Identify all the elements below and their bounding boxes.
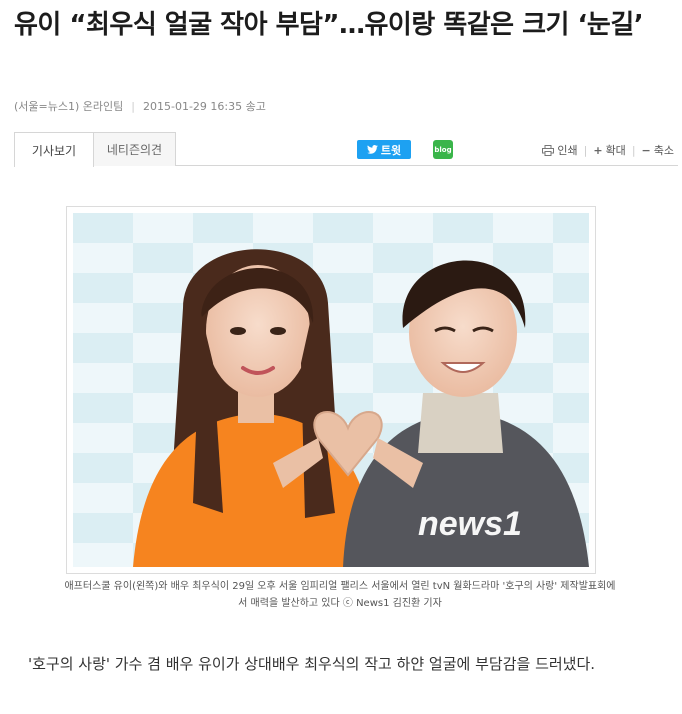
article-photo-frame: news1 [66,206,596,574]
photo-caption: 애프터스쿨 유이(왼쪽)와 배우 최우식이 29일 오후 서울 임피리얼 팰리스… [64,581,616,609]
byline-source: (서울=뉴스1) 온라인팀 [14,100,124,113]
byline-date: 2015-01-29 16:35 송고 [142,100,266,113]
blog-icon: blog [434,145,452,154]
tab-comments[interactable]: 네티즌의견 [94,132,176,166]
twitter-bird-icon [366,145,378,154]
print-label: 인쇄 [557,144,578,157]
blog-share-button[interactable]: blog [433,140,453,159]
tab-article-view[interactable]: 기사보기 [14,132,94,167]
tool-divider: | [631,143,636,157]
zoom-out-label: 축소 [653,144,674,157]
plus-icon: + [593,143,603,157]
print-button[interactable]: 인쇄 [542,142,578,158]
byline-divider: | [131,99,135,113]
tool-divider: | [583,143,588,157]
article-headline: 유이 “최우식 얼굴 작아 부담”…유이랑 똑같은 크기 ‘눈길’ [14,10,644,40]
minus-icon: − [641,143,651,157]
news1-watermark: news1 [418,505,522,543]
article-body-paragraph: '호구의 사랑' 가수 겸 배우 유이가 상대배우 최우식의 작고 하얀 얼굴에… [28,655,596,673]
printer-icon [542,144,555,156]
article-tab-bar: 기사보기 네티즌의견 트윗 blog 인쇄 | + 확대 | − 축소 [14,132,678,167]
twitter-share-label: 트윗 [380,143,402,157]
article-tools: 인쇄 | + 확대 | − 축소 [542,142,674,158]
zoom-in-label: 확대 [605,144,626,157]
article-photo[interactable]: news1 [73,213,589,567]
watermark-text: news1 [418,505,522,543]
twitter-share-button[interactable]: 트윗 [357,140,411,159]
zoom-in-button[interactable]: + 확대 [593,142,625,158]
article-byline: (서울=뉴스1) 온라인팀 | 2015-01-29 16:35 송고 [14,98,266,114]
zoom-out-button[interactable]: − 축소 [642,142,674,158]
